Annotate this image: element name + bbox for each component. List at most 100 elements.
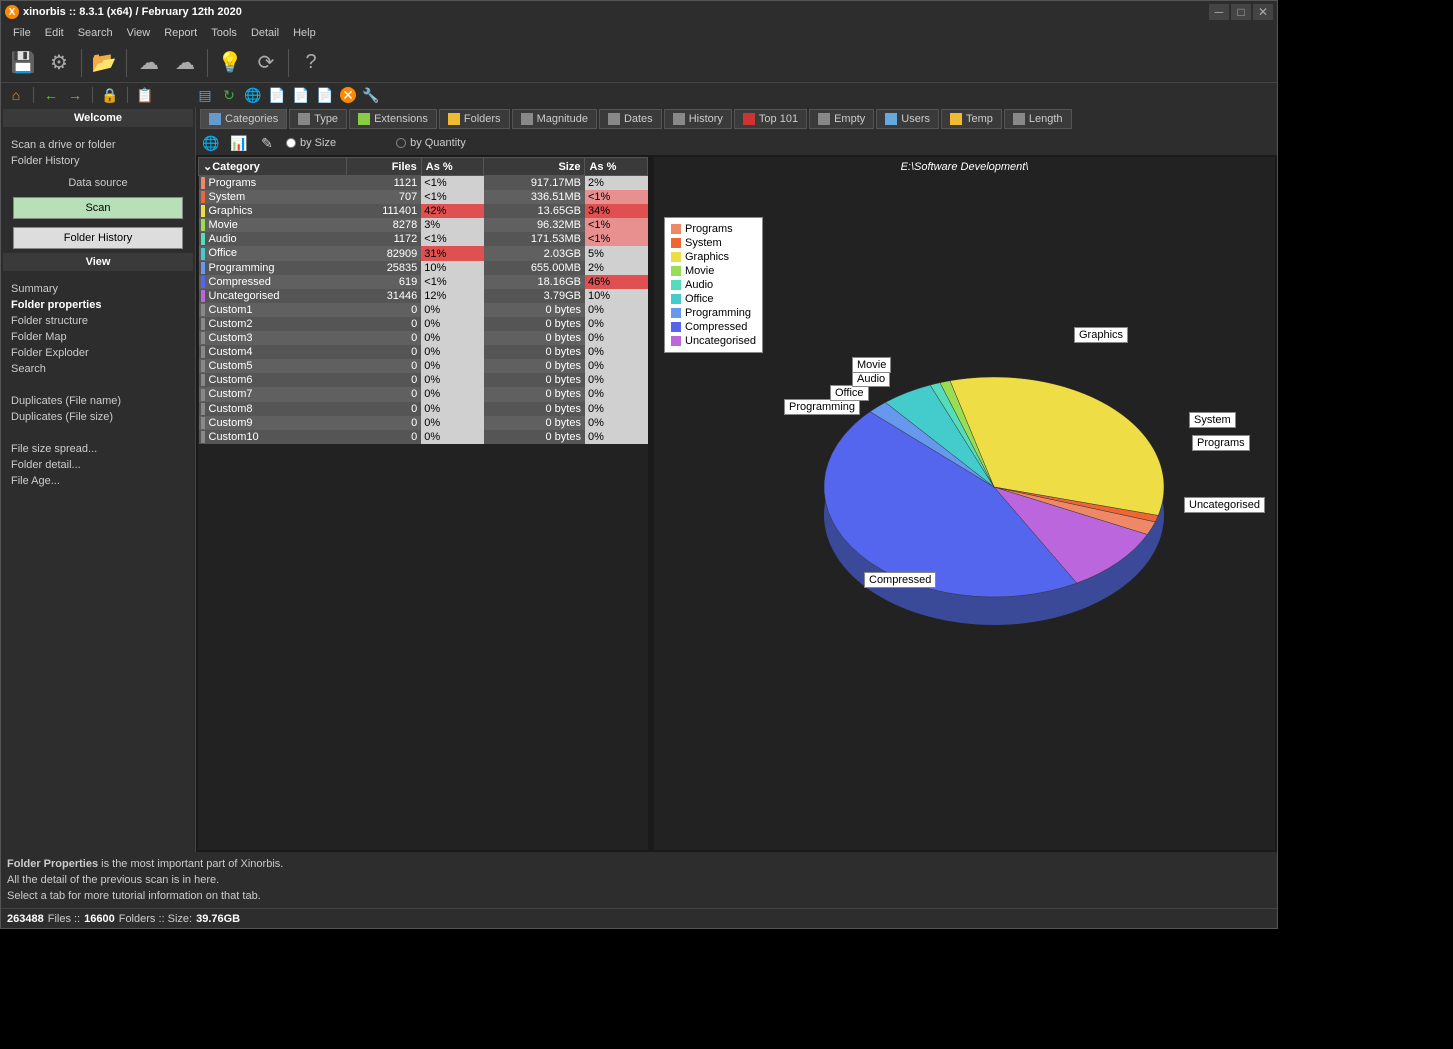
by-quantity-radio[interactable]: by Quantity: [396, 137, 466, 149]
chart-globe-icon[interactable]: 🌐: [202, 134, 220, 152]
gear-icon[interactable]: ⚙: [43, 47, 75, 79]
col-size-pct[interactable]: As %: [585, 158, 648, 176]
table-row[interactable]: Custom100%0 bytes0%: [199, 303, 648, 317]
refresh-icon[interactable]: ⟳: [250, 47, 282, 79]
menu-detail[interactable]: Detail: [245, 25, 285, 41]
menu-search[interactable]: Search: [72, 25, 119, 41]
table-row[interactable]: Custom1000%0 bytes0%: [199, 430, 648, 444]
table-row[interactable]: Custom200%0 bytes0%: [199, 317, 648, 331]
category-color-stripe: [201, 346, 205, 358]
table-row[interactable]: Custom500%0 bytes0%: [199, 359, 648, 373]
legend-item: Graphics: [669, 250, 758, 264]
open-folder-icon[interactable]: 📂: [88, 47, 120, 79]
by-size-radio[interactable]: by Size: [286, 137, 336, 149]
table-row[interactable]: Custom800%0 bytes0%: [199, 402, 648, 416]
report-icon[interactable]: 📄: [268, 86, 286, 104]
scan-drive-link[interactable]: Scan a drive or folder: [11, 137, 185, 153]
table-row[interactable]: Custom400%0 bytes0%: [199, 345, 648, 359]
table-row[interactable]: Programming2583510%655.00MB2%: [199, 261, 648, 275]
maximize-button[interactable]: □: [1231, 4, 1251, 20]
sidebar-item-folder-structure[interactable]: Folder structure: [11, 313, 185, 329]
bulb-icon[interactable]: 💡: [214, 47, 246, 79]
tab-temp[interactable]: Temp: [941, 109, 1002, 129]
cloud-add-icon[interactable]: ☁: [133, 47, 165, 79]
tab-icon: [521, 113, 533, 125]
menu-view[interactable]: View: [121, 25, 157, 41]
table-row[interactable]: Audio1172<1%171.53MB<1%: [199, 232, 648, 246]
table-row[interactable]: Uncategorised3144612%3.79GB10%: [199, 289, 648, 303]
table-row[interactable]: Custom600%0 bytes0%: [199, 373, 648, 387]
menu-file[interactable]: File: [7, 25, 37, 41]
col-files-pct[interactable]: As %: [421, 158, 483, 176]
table-row[interactable]: Compressed619<1%18.16GB46%: [199, 275, 648, 289]
tab-type[interactable]: Type: [289, 109, 347, 129]
sidebar-item-folder-map[interactable]: Folder Map: [11, 329, 185, 345]
tab-history[interactable]: History: [664, 109, 732, 129]
forward-icon[interactable]: →: [66, 86, 84, 104]
chart-bar-icon[interactable]: 📊: [230, 134, 248, 152]
col-files[interactable]: Files: [346, 158, 421, 176]
cloud-search-icon[interactable]: ☁: [169, 47, 201, 79]
wrench-icon[interactable]: 🔧: [362, 86, 380, 104]
refresh2-icon[interactable]: ↻: [220, 86, 238, 104]
table-row[interactable]: Movie82783%96.32MB<1%: [199, 218, 648, 232]
sidebar-item-search[interactable]: Search: [11, 361, 185, 377]
menu-report[interactable]: Report: [158, 25, 203, 41]
close-button[interactable]: ✕: [1253, 4, 1273, 20]
back-icon[interactable]: ←: [42, 86, 60, 104]
legend-item: Office: [669, 292, 758, 306]
col-size[interactable]: Size: [484, 158, 585, 176]
tab-users[interactable]: Users: [876, 109, 939, 129]
col-category[interactable]: ⌄Category: [199, 158, 347, 176]
tab-dates[interactable]: Dates: [599, 109, 662, 129]
legend-swatch: [671, 280, 681, 290]
export-icon[interactable]: 📄: [316, 86, 334, 104]
sidebar-item-summary[interactable]: Summary: [11, 281, 185, 297]
tab-top-101[interactable]: Top 101: [734, 109, 807, 129]
tab-folders[interactable]: Folders: [439, 109, 510, 129]
clipboard-icon[interactable]: 📋: [136, 86, 154, 104]
sidebar-item[interactable]: File Age...: [11, 473, 185, 489]
table-row[interactable]: Programs1121<1%917.17MB2%: [199, 176, 648, 191]
menu-help[interactable]: Help: [287, 25, 322, 41]
sidebar-item[interactable]: Folder detail...: [11, 457, 185, 473]
doc-icon[interactable]: ▤: [196, 86, 214, 104]
table-row[interactable]: System707<1%336.51MB<1%: [199, 190, 648, 204]
chart-edit-icon[interactable]: ✎: [258, 134, 276, 152]
tab-empty[interactable]: Empty: [809, 109, 874, 129]
table-row[interactable]: Graphics11140142%13.65GB34%: [199, 204, 648, 218]
help-icon[interactable]: ?: [295, 47, 327, 79]
table-row[interactable]: Office8290931%2.03GB5%: [199, 246, 648, 260]
tab-icon: [673, 113, 685, 125]
table-row[interactable]: Custom300%0 bytes0%: [199, 331, 648, 345]
category-color-stripe: [201, 276, 205, 288]
minimize-button[interactable]: ─: [1209, 4, 1229, 20]
save-icon[interactable]: 💾: [7, 47, 39, 79]
lock-icon[interactable]: 🔒: [101, 86, 119, 104]
tab-length[interactable]: Length: [1004, 109, 1072, 129]
tab-categories[interactable]: Categories: [200, 109, 287, 129]
category-color-stripe: [201, 262, 205, 274]
report2-icon[interactable]: 📄: [292, 86, 310, 104]
menu-edit[interactable]: Edit: [39, 25, 70, 41]
tab-magnitude[interactable]: Magnitude: [512, 109, 597, 129]
sidebar-item-folder-exploder[interactable]: Folder Exploder: [11, 345, 185, 361]
legend-label: Office: [685, 293, 714, 305]
sidebar-item[interactable]: File size spread...: [11, 441, 185, 457]
table-row[interactable]: Custom700%0 bytes0%: [199, 387, 648, 401]
tab-extensions[interactable]: Extensions: [349, 109, 437, 129]
globe-icon[interactable]: 🌐: [244, 86, 262, 104]
scan-button[interactable]: Scan: [13, 197, 183, 219]
sidebar-item[interactable]: Duplicates (File name): [11, 393, 185, 409]
home-icon[interactable]: ⌂: [7, 86, 25, 104]
sidebar-item[interactable]: Duplicates (File size): [11, 409, 185, 425]
folder-history-button[interactable]: Folder History: [13, 227, 183, 249]
toolbar: 💾 ⚙ 📂 ☁ ☁ 💡 ⟳ ?: [1, 43, 1277, 83]
sidebar-item-folder-properties[interactable]: Folder properties: [11, 297, 185, 313]
close-icon[interactable]: ✕: [340, 87, 356, 103]
pie-label: Uncategorised: [1184, 497, 1265, 513]
menu-tools[interactable]: Tools: [205, 25, 243, 41]
folder-history-link[interactable]: Folder History: [11, 153, 185, 169]
table-row[interactable]: Custom900%0 bytes0%: [199, 416, 648, 430]
legend-label: Programming: [685, 307, 751, 319]
